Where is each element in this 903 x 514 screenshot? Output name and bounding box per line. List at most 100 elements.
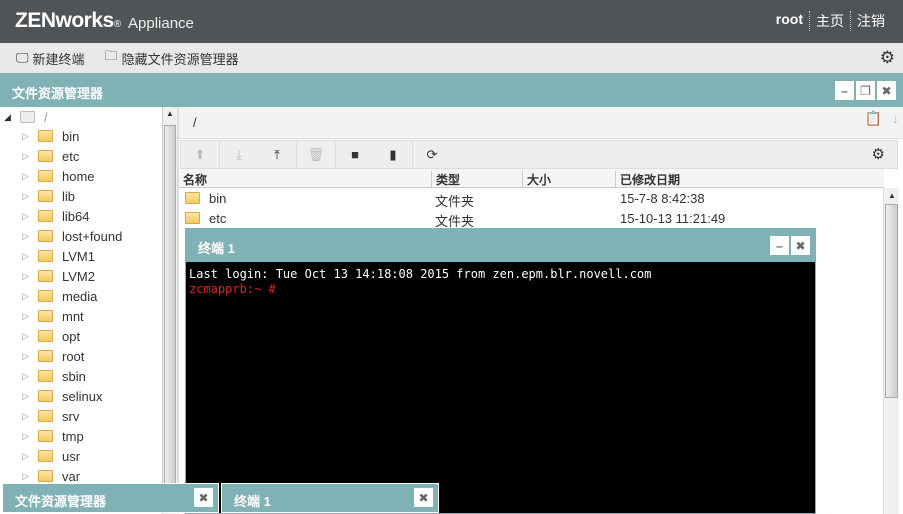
product-name: Appliance [128,15,194,32]
expand-icon[interactable]: ▷ [22,471,38,482]
path-bar: / [179,107,903,139]
gear-icon[interactable]: ⚙ [872,145,885,163]
minimize-button[interactable]: – [835,81,854,100]
folder-icon [38,470,53,482]
expand-icon[interactable]: ▷ [22,191,38,202]
expand-icon[interactable]: ▷ [22,131,38,142]
expand-icon[interactable]: ▷ [22,231,38,242]
col-type[interactable]: 类型 [431,171,460,188]
col-size[interactable]: 大小 [522,171,551,188]
tree-item[interactable]: ▷ lib [22,186,75,206]
expand-icon[interactable]: ▷ [22,251,38,262]
expand-icon[interactable]: ▷ [22,371,38,382]
user-nav: root 主页 注销 [770,11,891,31]
main-toolbar: 🖵 新建终端 🗀 隐藏文件资源管理器 [0,43,903,73]
scroll-thumb[interactable] [885,204,898,398]
new-folder-icon[interactable]: ■ [336,147,374,162]
tree-item[interactable]: ▷ tmp [22,426,84,446]
brand-logo: ZENworks® [15,9,121,32]
folder-icon [38,270,53,282]
new-file-icon[interactable]: ▮ [374,147,412,163]
folder-icon [38,190,53,202]
tree-item[interactable]: ▷ lost+found [22,226,122,246]
close-button[interactable]: ✖ [194,488,213,507]
terminal-output[interactable]: Last login: Tue Oct 13 14:18:08 2015 fro… [189,267,651,297]
folder-icon [38,130,53,142]
scroll-thumb[interactable] [164,125,176,503]
folder-icon [38,410,53,422]
download-icon[interactable]: ⤓ [220,147,258,163]
shell-prompt: zcmapprb:~ # [189,282,276,296]
download-arrow-icon[interactable]: ↓ [892,110,899,127]
folder-tree: ◢ / ▷ bin ▷ etc ▷ home ▷ lib ▷ lib64 ▷ lost+found ▷ LVM… [0,107,162,514]
terminal-window[interactable]: 终端 1 – ✖ Last login: Tue Oct 13 14:18:08… [185,228,816,514]
file-list-scrollbar[interactable]: ▲ [883,188,899,514]
taskbar-tab-explorer[interactable]: 文件资源管理器 ✖ [2,483,219,513]
restore-button[interactable]: ❐ [856,81,875,100]
folder-icon [38,150,53,162]
tree-item[interactable]: ▷ root [22,346,84,366]
upload-icon[interactable]: ⤒ [258,147,296,163]
expand-icon[interactable]: ▷ [22,311,38,322]
folder-icon [38,310,53,322]
up-level-icon[interactable]: ⬆ [181,147,219,163]
scroll-up-icon[interactable]: ▲ [166,109,174,118]
settings-gear-icon[interactable]: ⚙ [880,48,895,68]
tree-item[interactable]: ▷ home [22,166,95,186]
scroll-up-icon[interactable]: ▲ [888,191,896,200]
user-name[interactable]: root [770,11,809,31]
tree-item[interactable]: ▷ mnt [22,306,84,326]
expand-icon[interactable]: ▷ [22,431,38,442]
table-row[interactable]: etc 文件夹 15-10-13 11:21:49 [179,208,883,229]
tree-item[interactable]: ▷ opt [22,326,80,346]
logout-link[interactable]: 注销 [850,11,891,31]
current-path: / [193,115,197,130]
expanded-icon[interactable]: ◢ [4,112,20,123]
tree-item[interactable]: ▷ srv [22,406,79,426]
expand-icon[interactable]: ▷ [22,151,38,162]
tree-scrollbar[interactable]: ▲ [162,107,177,514]
table-row[interactable]: bin 文件夹 15-7-8 8:42:38 [179,188,883,209]
expand-icon[interactable]: ▷ [22,351,38,362]
refresh-icon[interactable]: ⟳ [413,147,451,163]
taskbar-tab-terminal[interactable]: 终端 1 ✖ [221,483,439,513]
hide-explorer-button[interactable]: 🗀 隐藏文件资源管理器 [105,47,239,69]
tree-item[interactable]: ▷ bin [22,126,79,146]
folder-icon [38,390,53,402]
tree-item[interactable]: ▷ etc [22,146,79,166]
tree-item[interactable]: ▷ selinux [22,386,102,406]
tree-item[interactable]: ▷ usr [22,446,80,466]
expand-icon[interactable]: ▷ [22,291,38,302]
terminal-title-bar[interactable]: 终端 1 – ✖ [186,229,815,262]
folder-icon [38,250,53,262]
expand-icon[interactable]: ▷ [22,211,38,222]
minimize-button[interactable]: – [770,236,789,255]
close-button[interactable]: ✖ [791,236,810,255]
trash-icon[interactable]: 🗑 [297,147,335,163]
folder-icon [185,212,200,224]
tree-item[interactable]: ▷ sbin [22,366,86,386]
explorer-title-bar: 文件资源管理器 – ❐ ✖ [0,73,903,107]
tree-item[interactable]: ▷ lib64 [22,206,89,226]
expand-icon[interactable]: ▷ [22,391,38,402]
expand-icon[interactable]: ▷ [22,451,38,462]
col-date[interactable]: 已修改日期 [615,171,680,188]
close-button[interactable]: ✖ [414,488,433,507]
expand-icon[interactable]: ▷ [22,171,38,182]
tree-item[interactable]: ▷ LVM2 [22,266,95,286]
close-button[interactable]: ✖ [877,81,896,100]
col-name[interactable]: 名称 [179,171,207,188]
paste-icon[interactable]: 📋 [865,110,882,127]
new-terminal-button[interactable]: 🖵 新建终端 [16,49,85,68]
folder-icon [38,430,53,442]
expand-icon[interactable]: ▷ [22,331,38,342]
home-link[interactable]: 主页 [809,11,850,31]
tree-item[interactable]: ▷ LVM1 [22,246,95,266]
tree-item[interactable]: ▷ media [22,286,97,306]
expand-icon[interactable]: ▷ [22,411,38,422]
expand-icon[interactable]: ▷ [22,271,38,282]
tree-root[interactable]: ◢ / [4,107,48,127]
explorer-title: 文件资源管理器 [12,86,104,101]
file-toolbar: ⬆ ⤓ ⤒ 🗑 ■ ▮ ⟳ ⚙ [180,140,898,169]
folder-icon [38,370,53,382]
